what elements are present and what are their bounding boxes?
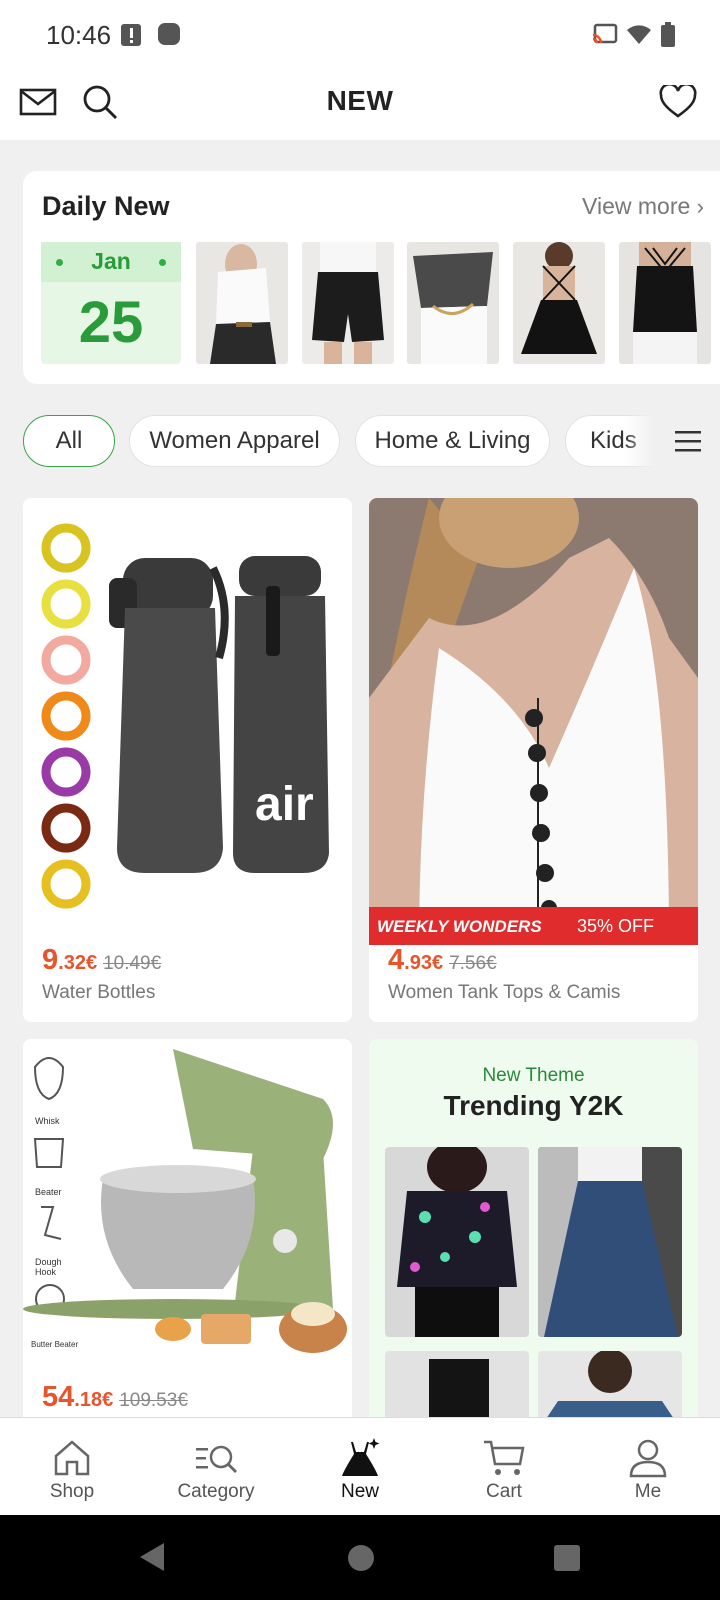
svg-text:Hook: Hook [35,1267,57,1277]
svg-text:Dough: Dough [35,1257,62,1267]
app-notification-icon [157,22,181,51]
back-icon[interactable] [136,1541,166,1578]
product-price: 9.32€ 10.49€ [42,944,161,977]
nav-label: Cart [486,1481,522,1502]
nav-new[interactable]: New [288,1418,432,1516]
product-card-water-bottles[interactable]: air 9.32€ 10.49€ Water Bottles [23,498,352,1022]
theme-card-trending-y2k[interactable]: New Theme Trending Y2K [369,1039,698,1417]
old-price: 109.53€ [119,1390,188,1411]
chip-all[interactable]: All [23,415,115,467]
category-chips: All Women Apparel Home & Living Kids [0,413,720,469]
product-image-tank-top [369,498,698,945]
daily-thumb-white-cowl-top[interactable] [196,242,288,364]
chevron-right-icon: › [696,194,704,219]
daily-thumb-grey-top[interactable] [407,242,499,364]
dress-icon [338,1436,382,1480]
recents-icon[interactable] [553,1544,581,1577]
old-price: 7.56€ [449,953,497,974]
product-card-tank-top[interactable]: WEEKLY WONDERS 35% OFF 4.93€ 7.56€ Women … [369,498,698,1022]
price-integer: 4 [388,944,405,976]
nav-label: Me [634,1481,662,1502]
daily-thumb-black-dress[interactable] [513,242,605,364]
daily-new-title: Daily New [42,191,170,221]
date-badge[interactable]: Jan 25 [41,242,181,364]
system-navigation-bar [0,1515,720,1600]
daily-thumb-strappy-cami[interactable] [619,242,711,364]
product-price: 54.18€ 109.53€ [42,1381,188,1414]
svg-text:Butter Beater: Butter Beater [31,1340,78,1349]
cart-icon [482,1436,526,1480]
view-more-link[interactable]: View more › [582,193,704,220]
chips-fade [625,413,655,469]
nav-me[interactable]: Me [576,1418,720,1516]
promo-banner: WEEKLY WONDERS 35% OFF [369,907,698,945]
bottom-navigation: Shop Category New Cart Me [0,1417,720,1515]
product-card-stand-mixer[interactable]: Whisk Beater Dough Hook Butter Beater 54… [23,1039,352,1417]
theme-title: Trending Y2K [443,1090,624,1121]
old-price: 10.49€ [103,953,162,974]
heart-icon[interactable] [656,80,700,124]
nav-label: Category [177,1481,255,1502]
page-title: NEW [326,85,394,116]
theme-tile-denim-shirt[interactable] [538,1351,682,1417]
chip-home-living[interactable]: Home & Living [355,415,550,467]
alert-notification-icon [120,22,142,53]
promo-banner-title: WEEKLY WONDERS [377,917,542,936]
theme-subtitle: New Theme [482,1065,585,1086]
date-day: 25 [78,290,144,355]
status-bar: 10:46 [0,0,720,70]
wifi-icon [626,22,652,51]
price-integer: 54 [42,1381,75,1413]
theme-tile-cargo-pants[interactable] [385,1351,529,1417]
menu-icon[interactable] [655,413,720,469]
view-more-label: View more [582,193,691,219]
product-image-stand-mixer: Whisk Beater Dough Hook Butter Beater [23,1039,352,1369]
price-decimal: .93€ [404,952,444,974]
theme-tile-denim-skirt[interactable] [538,1147,682,1337]
top-bar: NEW [0,70,720,140]
home-button-icon[interactable] [347,1544,375,1577]
price-decimal: .18€ [74,1389,114,1411]
nav-shop[interactable]: Shop [0,1418,144,1516]
product-name: Women Tank Tops & Camis [388,982,621,1003]
daily-thumb-black-shorts[interactable] [302,242,394,364]
svg-text:Beater: Beater [35,1187,62,1197]
category-search-icon [194,1436,238,1480]
nav-cart[interactable]: Cart [432,1418,576,1516]
theme-tile-mesh-top[interactable] [385,1147,529,1337]
battery-icon [660,22,676,53]
nav-label: Shop [49,1481,95,1502]
svg-text:air: air [255,778,314,831]
product-price: 4.93€ 7.56€ [388,944,497,977]
attachment-label: Whisk [35,1116,60,1126]
product-name: Water Bottles [42,982,156,1003]
price-decimal: .32€ [58,952,98,974]
date-month: Jan [91,248,131,274]
daily-new-section: Daily New View more › Jan 25 [23,171,720,384]
cast-icon [592,22,618,51]
person-icon [626,1436,670,1480]
nav-label: New [340,1481,379,1502]
status-time: 10:46 [46,20,112,50]
price-integer: 9 [42,944,59,976]
nav-category[interactable]: Category [144,1418,288,1516]
chip-women-apparel[interactable]: Women Apparel [129,415,340,467]
product-image-water-bottles: air [23,498,352,928]
home-icon [50,1436,94,1480]
discount-label: 35% OFF [577,916,655,936]
